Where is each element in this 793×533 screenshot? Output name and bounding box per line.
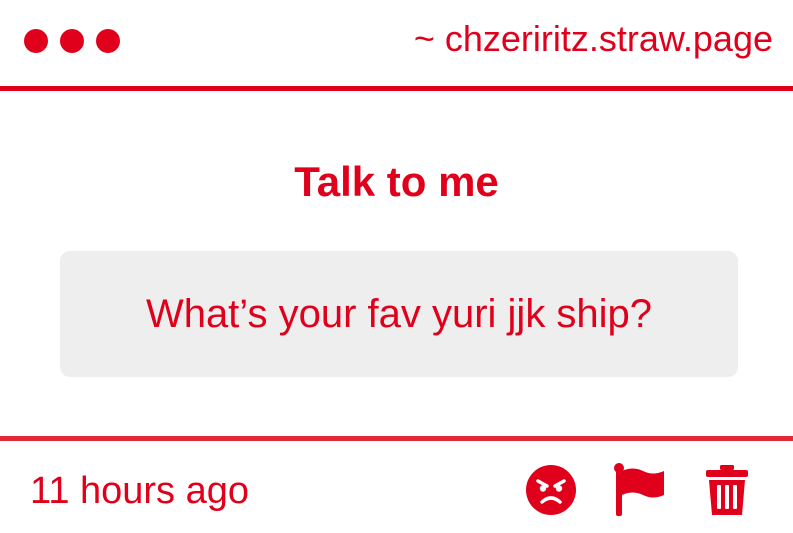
- trash-icon: [706, 465, 748, 515]
- site-url[interactable]: ~ chzeriritz.straw.page: [414, 18, 773, 60]
- flag-button[interactable]: [613, 462, 665, 518]
- top-divider: [0, 86, 793, 91]
- window-dots: [24, 29, 120, 53]
- page-title: Talk to me: [294, 158, 499, 205]
- flag-icon: [614, 463, 664, 516]
- angry-face-icon: [526, 465, 576, 515]
- window-dot: [96, 29, 120, 53]
- top-bar: ~ chzeriritz.straw.page: [0, 0, 793, 86]
- bottom-divider: [0, 436, 793, 441]
- timestamp: 11 hours ago: [30, 470, 250, 512]
- message-card: ~ chzeriritz.straw.page Talk to me What’…: [0, 0, 793, 533]
- action-buttons: [525, 462, 753, 518]
- message-text: What’s your fav yuri jjk ship?: [145, 291, 653, 336]
- window-dot: [24, 29, 48, 53]
- delete-button[interactable]: [701, 462, 753, 518]
- react-angry-button[interactable]: [525, 462, 577, 518]
- window-dot: [60, 29, 84, 53]
- message-box: What’s your fav yuri jjk ship?: [60, 251, 738, 377]
